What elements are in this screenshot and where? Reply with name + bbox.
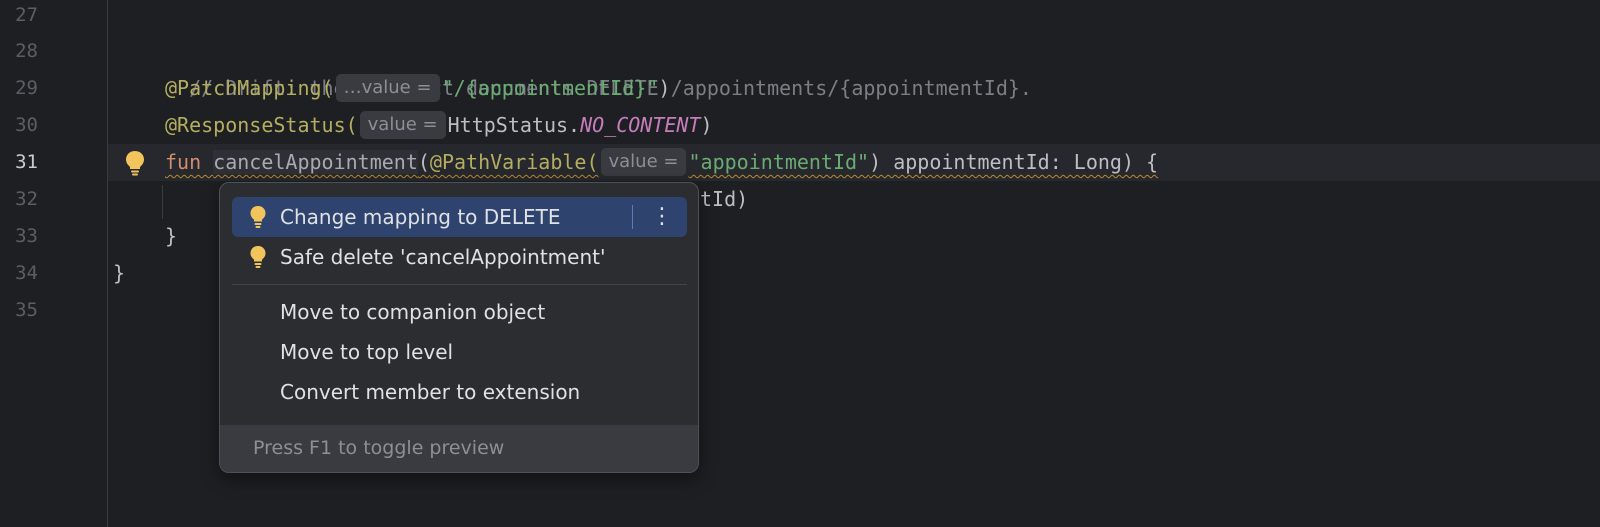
menu-item-label: Safe delete 'cancelAppointment' — [280, 245, 606, 269]
menu-item-move-top-level[interactable]: Move to top level — [232, 332, 687, 372]
closing-brace: } — [113, 261, 126, 285]
indent-guide — [162, 185, 163, 219]
paren: ( — [417, 150, 430, 174]
closing-brace: } — [165, 224, 178, 248]
popup-footer: Press F1 to toggle preview — [220, 425, 698, 472]
menu-item-label: Change mapping to DELETE — [280, 205, 561, 229]
annotation-pathvariable: @PathVariable( — [429, 150, 599, 174]
menu-item-label: Move to companion object — [280, 300, 546, 324]
code-line-31[interactable]: fun cancelAppointment(@PathVariable(valu… — [165, 144, 1158, 181]
line-number-active: 31 — [15, 151, 38, 173]
parameter-declaration: ) appointmentId: Long) { — [869, 150, 1159, 174]
line-number: 35 — [15, 299, 38, 321]
code-line-30[interactable]: @ResponseStatus(value = HttpStatus.NO_CON… — [165, 107, 713, 144]
function-name[interactable]: cancelAppointment — [213, 150, 418, 174]
menu-separator — [232, 284, 687, 285]
menu-item-move-companion[interactable]: Move to companion object — [232, 292, 687, 332]
code-line-34[interactable]: } — [113, 255, 125, 292]
menu-item-label: Move to top level — [280, 340, 454, 364]
keyword-fun: fun — [165, 150, 214, 174]
line-number: 34 — [15, 262, 38, 284]
lightbulb-icon[interactable] — [124, 150, 146, 176]
code-line-33[interactable]: } — [165, 218, 177, 255]
paren: ) — [700, 113, 713, 137]
more-options-icon[interactable]: ⋮ — [647, 197, 677, 237]
annotation-patchmapping: @PatchMapping( — [165, 76, 334, 100]
divider — [632, 205, 633, 229]
menu-item-label: Convert member to extension — [280, 380, 581, 404]
line-number: 32 — [15, 188, 38, 210]
footer-hint: Press F1 to toggle preview — [253, 437, 505, 459]
line-number: 28 — [15, 40, 38, 62]
lightbulb-icon — [250, 246, 266, 268]
parameter-hint: value = — [359, 110, 446, 139]
code-text: tId) — [700, 187, 749, 211]
code-line-32[interactable]: tId) — [700, 181, 748, 218]
code-line-29[interactable]: @PatchMapping(…value = "/{appointmentId}"… — [165, 70, 670, 107]
parameter-hint: …value = — [335, 73, 440, 102]
code-line-28[interactable]: // Drift: the contract documents DELETE … — [165, 33, 1032, 100]
line-number: 27 — [15, 4, 38, 26]
menu-item-change-mapping[interactable]: Change mapping to DELETE ⋮ — [232, 197, 687, 237]
paren: ) — [658, 76, 671, 100]
lightbulb-icon — [250, 206, 266, 228]
line-number: 30 — [15, 114, 38, 136]
menu-item-safe-delete[interactable]: Safe delete 'cancelAppointment' — [232, 237, 687, 277]
constant-ref: NO_CONTENT — [580, 113, 701, 137]
parameter-hint: value = — [600, 147, 687, 176]
intention-actions-popup: Change mapping to DELETE ⋮ Safe delete '… — [219, 182, 699, 473]
class-ref: HttpStatus. — [447, 113, 581, 137]
annotation-responsestatus: @ResponseStatus( — [165, 113, 358, 137]
line-number-gutter: 27 28 29 30 31 32 33 34 35 — [0, 0, 108, 527]
menu-item-convert-extension[interactable]: Convert member to extension — [232, 372, 687, 412]
string-literal: "/{appointmentId}" — [441, 76, 659, 100]
line-number: 29 — [15, 77, 38, 99]
string-literal: "appointmentId" — [688, 150, 870, 174]
line-number: 33 — [15, 225, 38, 247]
